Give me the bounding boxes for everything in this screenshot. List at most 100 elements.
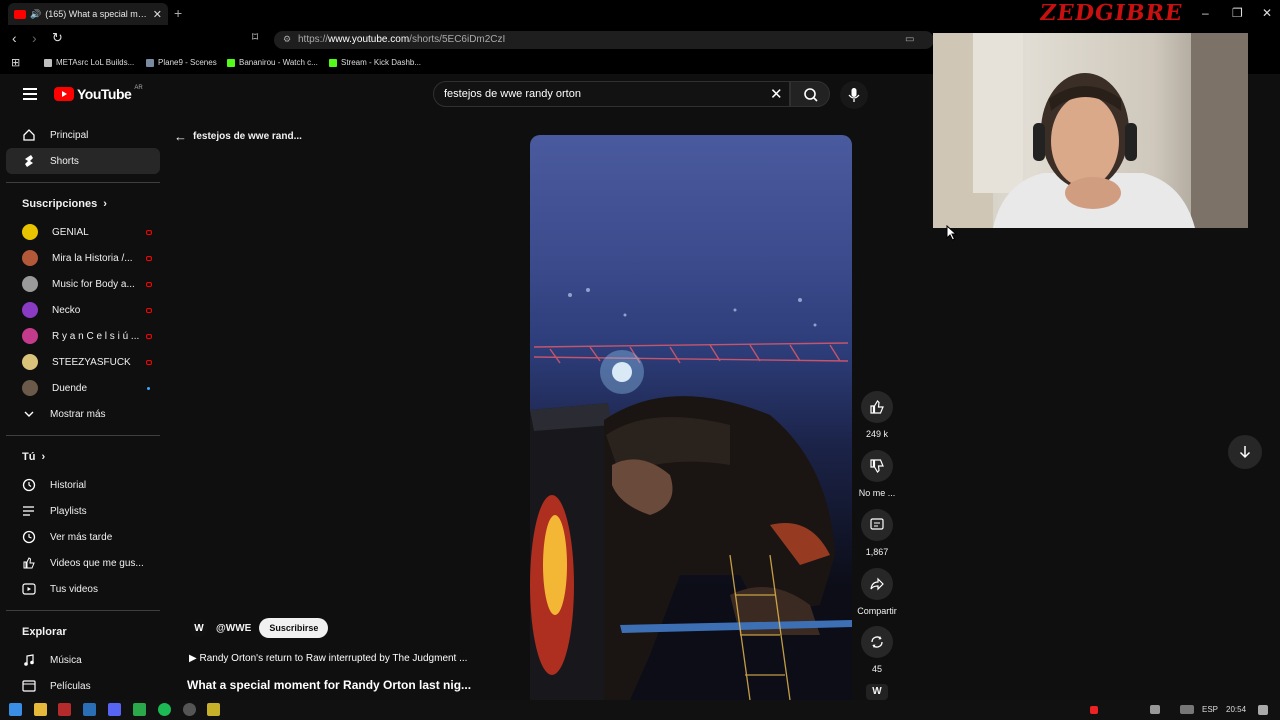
short-video-player[interactable] — [530, 135, 852, 700]
clock-icon — [22, 530, 36, 544]
restore-icon[interactable]: ❐ — [1232, 6, 1243, 20]
youtube-favicon-icon — [14, 9, 26, 19]
voice-search-button[interactable] — [840, 81, 868, 109]
close-tab-icon[interactable]: ✕ — [153, 8, 162, 21]
sidebar-item-subscription[interactable]: R y a n C e l s i ú ... — [6, 323, 160, 349]
search-button[interactable] — [790, 81, 830, 107]
related-video-link[interactable]: ▶ Randy Orton's return to Raw interrupte… — [189, 653, 467, 664]
sidebar-item-subscription[interactable]: Music for Body a... — [6, 271, 160, 297]
forward-icon[interactable]: › — [32, 30, 37, 46]
bookmark-item[interactable]: METAsrc LoL Builds... — [44, 58, 134, 67]
tab-title: (165) What a special moment — [45, 9, 149, 19]
sidebar-item-label: R y a n C e l s i ú ... — [52, 330, 140, 342]
app-icon[interactable] — [133, 703, 146, 716]
section-title: Explorar — [22, 626, 67, 638]
bookmark-item[interactable]: Bananirou - Watch c... — [227, 58, 318, 67]
search-icon — [804, 88, 818, 102]
sidebar-item-shorts[interactable]: Shorts — [6, 148, 160, 174]
microphone-icon — [848, 88, 860, 102]
reload-icon[interactable]: ↻ — [52, 30, 63, 46]
remix-button[interactable]: 45 — [856, 626, 898, 674]
apps-grid-icon[interactable]: ⊞ — [11, 56, 20, 69]
address-bar[interactable]: https://www.youtube.com/shorts/5EC6iDm2C… — [274, 31, 934, 49]
app-icon[interactable] — [207, 703, 220, 716]
clock[interactable]: 20:54 — [1226, 705, 1246, 714]
channel-avatar — [22, 250, 38, 266]
subscribe-button[interactable]: Suscribirse — [259, 618, 329, 638]
bookmark-label: Stream - Kick Dashb... — [341, 58, 422, 67]
back-to-search-button[interactable]: ← festejos de wwe rand... — [174, 129, 302, 144]
sidebar-item-label: Videos que me gus... — [50, 557, 144, 569]
sidebar-item-historial[interactable]: Historial — [6, 472, 160, 498]
comments-button[interactable]: 1,867 — [856, 509, 898, 557]
you-header[interactable]: Tú › — [6, 442, 160, 472]
bookmark-item[interactable]: Plane9 - Scenes — [146, 58, 217, 67]
sidebar-item-subscription[interactable]: STEEZYASFUCK — [6, 349, 160, 375]
discord-icon[interactable] — [108, 703, 121, 716]
cast-icon[interactable]: ▭ — [905, 34, 914, 45]
dislike-button[interactable]: No me ... — [856, 450, 898, 498]
sidebar-item-label: GENIAL — [52, 226, 89, 238]
show-more-button[interactable]: Mostrar más — [6, 401, 160, 427]
input-language[interactable]: ESP — [1202, 705, 1218, 714]
kick-icon — [329, 58, 337, 67]
minimize-icon[interactable]: – — [1202, 6, 1209, 20]
channel-avatar — [22, 380, 38, 396]
subscriptions-header[interactable]: Suscripciones › — [6, 189, 160, 219]
channel-handle[interactable]: @WWE — [216, 623, 251, 634]
network-tray-icon[interactable] — [1150, 705, 1160, 714]
sidebar-item-subscription[interactable]: GENIAL — [6, 219, 160, 245]
like-button[interactable]: 249 k — [856, 391, 898, 439]
share-button[interactable]: Compartir — [856, 568, 898, 616]
sidebar-item-subscription[interactable]: Mira la Historia /... — [6, 245, 160, 271]
bookmark-item[interactable]: Stream - Kick Dashb... — [329, 58, 421, 67]
sidebar-item-movies[interactable]: Películas — [6, 673, 160, 699]
notifications-icon[interactable] — [1258, 705, 1268, 715]
youtube-logo[interactable]: YouTube AR — [54, 85, 143, 102]
clear-search-icon[interactable]: ✕ — [770, 85, 783, 103]
bookmark-label: Plane9 - Scenes — [158, 58, 217, 67]
next-short-button[interactable] — [1228, 435, 1262, 469]
record-tray-icon[interactable] — [1090, 706, 1098, 714]
steam-icon[interactable] — [83, 703, 96, 716]
sidebar-item-principal[interactable]: Principal — [6, 122, 160, 148]
divider — [6, 610, 160, 611]
channel-avatar — [22, 224, 38, 240]
search-input[interactable]: festejos de wwe randy orton — [433, 81, 790, 107]
sidebar-item-your-videos[interactable]: Tus videos — [6, 576, 160, 602]
thumbs-up-icon — [870, 400, 884, 414]
bookmark-icon[interactable]: ⌑ — [252, 30, 258, 44]
sidebar-item-label: Música — [50, 654, 82, 666]
comment-count: 1,867 — [865, 547, 889, 557]
file-explorer-icon[interactable] — [34, 703, 47, 716]
menu-icon[interactable] — [23, 88, 37, 100]
sidebar-item-label: Shorts — [50, 155, 79, 167]
share-icon — [870, 577, 884, 591]
explore-header: Explorar — [6, 617, 160, 647]
sidebar-item-liked-videos[interactable]: Videos que me gus... — [6, 550, 160, 576]
new-tab-icon[interactable]: + — [174, 5, 182, 21]
back-icon[interactable]: ‹ — [12, 30, 17, 46]
obs-icon[interactable] — [183, 703, 196, 716]
spotify-icon[interactable] — [158, 703, 171, 716]
sidebar-item-subscription[interactable]: Necko — [6, 297, 160, 323]
sidebar-item-music[interactable]: Música — [6, 647, 160, 673]
windows-taskbar: ESP 20:54 — [0, 700, 1280, 720]
sidebar-item-playlists[interactable]: Playlists — [6, 498, 160, 524]
window-close-icon[interactable]: ✕ — [1262, 6, 1272, 20]
site-info-icon[interactable]: ⚙ — [283, 34, 291, 45]
sound-source-icon[interactable]: W — [866, 684, 888, 700]
opera-browser-icon[interactable] — [58, 703, 71, 716]
sidebar-item-watch-later[interactable]: Ver más tarde — [6, 524, 160, 550]
keyboard-tray-icon[interactable] — [1180, 705, 1194, 714]
music-icon — [22, 653, 36, 667]
sidebar-item-label: Music for Body a... — [52, 278, 135, 290]
sidebar-item-label: Películas — [50, 680, 91, 692]
browser-tab-active[interactable]: 🔊 (165) What a special moment ✕ — [8, 3, 168, 25]
url-host: www.youtube.com — [328, 34, 410, 45]
sidebar-item-subscription[interactable]: Duende — [6, 375, 160, 401]
sidebar-item-label: STEEZYASFUCK — [52, 356, 131, 368]
windows-start-icon[interactable] — [9, 703, 22, 716]
history-icon — [22, 478, 36, 492]
channel-avatar[interactable]: W — [190, 619, 208, 637]
